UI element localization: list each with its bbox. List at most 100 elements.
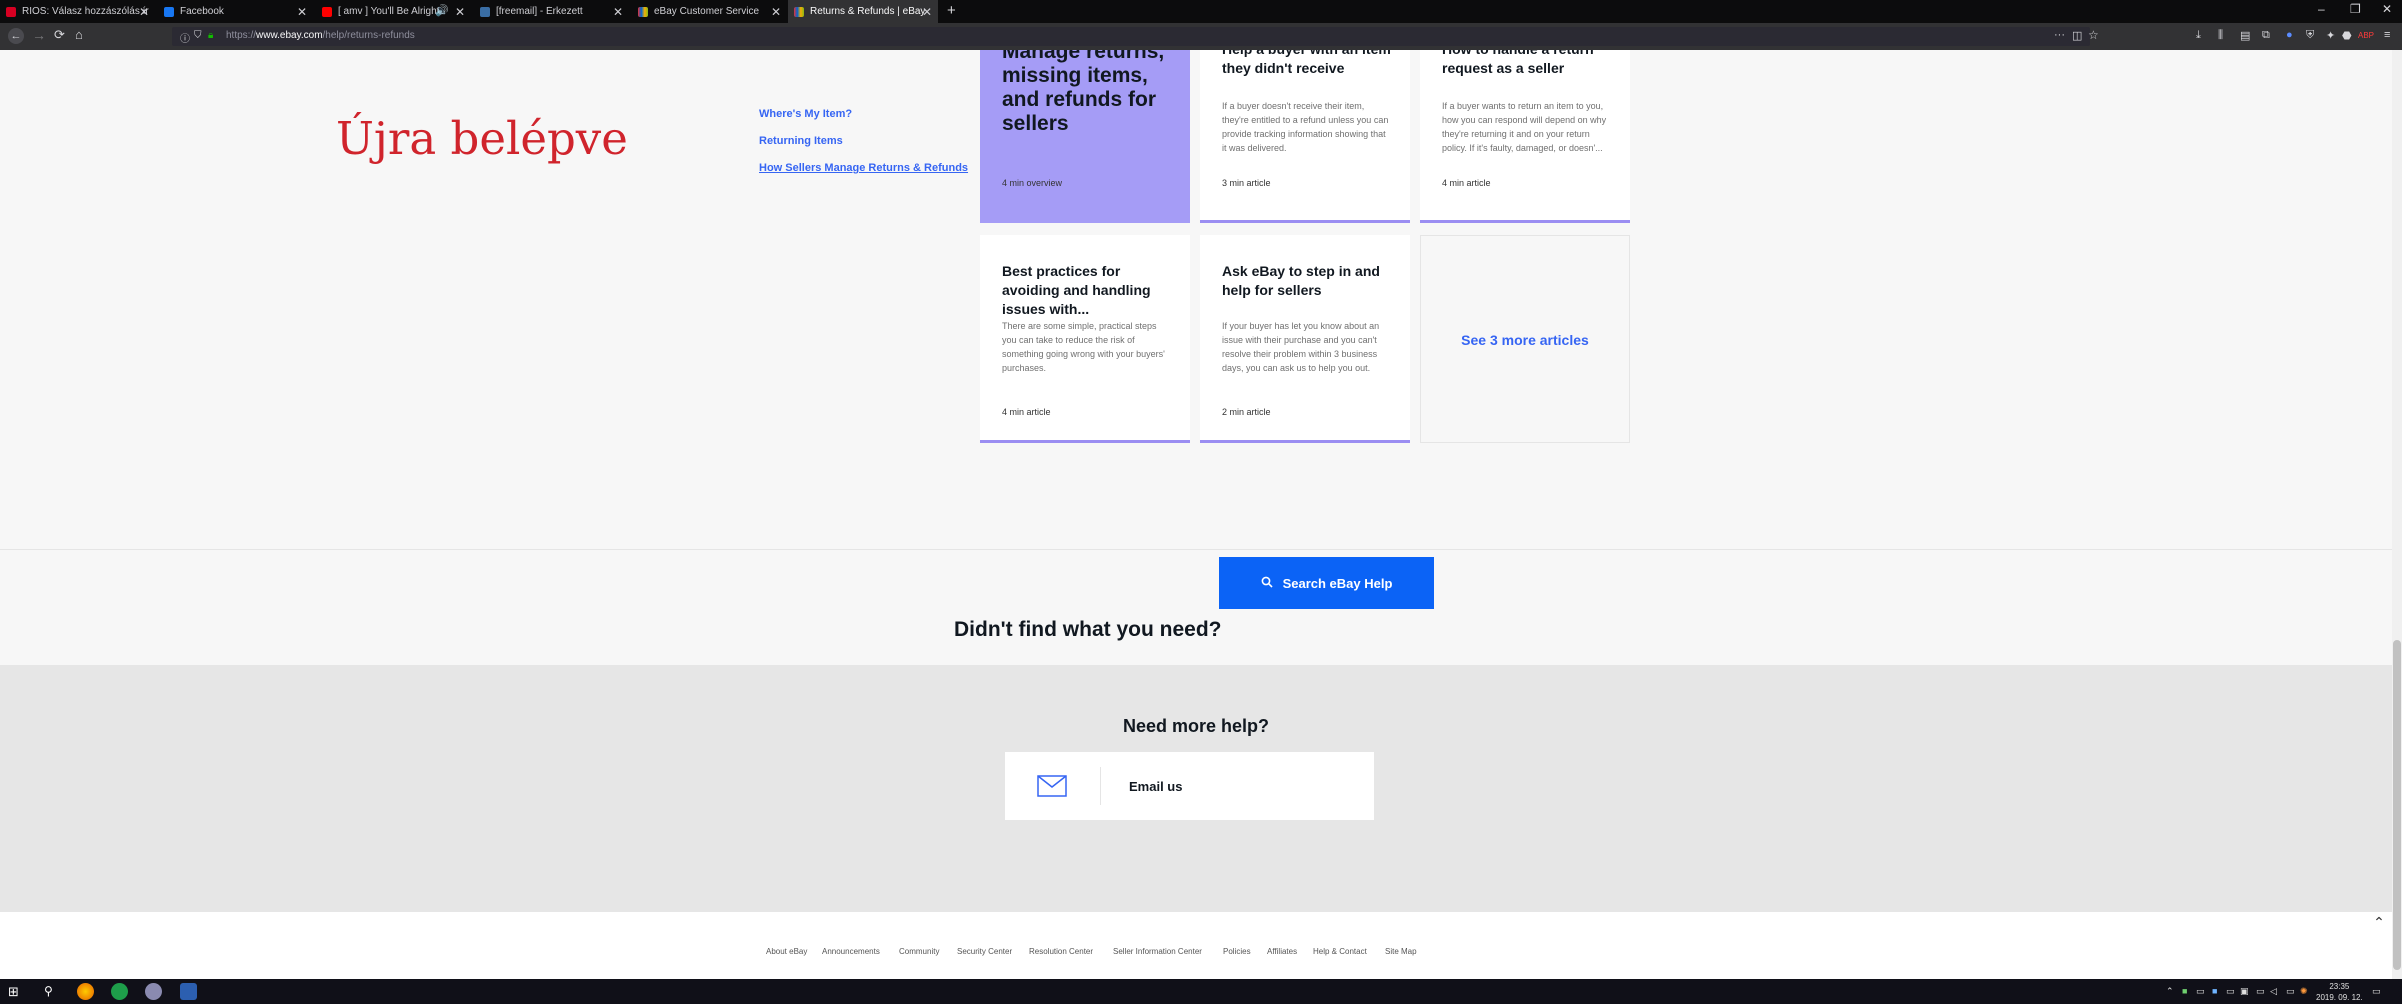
- email-us-label: Email us: [1129, 779, 1183, 794]
- app-icon[interactable]: [111, 983, 128, 1000]
- see-more-articles-link[interactable]: See 3 more articles: [1421, 332, 1629, 348]
- forward-arrow-icon[interactable]: →: [32, 27, 46, 43]
- footer-link-announcements[interactable]: Announcements: [822, 947, 880, 956]
- close-icon[interactable]: ✕: [771, 5, 781, 19]
- overlay-caption: Újra belépve: [336, 112, 628, 165]
- section-divider: [0, 549, 2392, 550]
- search-ebay-help-button[interactable]: Search eBay Help: [1219, 557, 1434, 609]
- notification-icon[interactable]: ▭: [2372, 986, 2381, 997]
- extension-icon[interactable]: ✦: [2326, 29, 2335, 42]
- footer-link-help-contact[interactable]: Help & Contact: [1313, 947, 1367, 956]
- article-card-ask-ebay[interactable]: Ask eBay to step in and help for sellers…: [1200, 235, 1410, 443]
- close-icon[interactable]: ✕: [455, 5, 465, 19]
- close-icon[interactable]: ✕: [297, 5, 307, 19]
- close-window-button[interactable]: ✕: [2382, 2, 2392, 16]
- tab-label: [ amv ] You'll Be Alright - Y: [338, 6, 448, 17]
- article-card-best-practices[interactable]: Best practices for avoiding and handling…: [980, 235, 1190, 443]
- footer-link-security-center[interactable]: Security Center: [957, 947, 1012, 956]
- tab-freemail[interactable]: [freemail] - Érkezett ✕: [474, 0, 629, 23]
- tab-ebay-customer-service[interactable]: eBay Customer Service ✕: [632, 0, 787, 23]
- article-card-manage-returns[interactable]: Manage returns, missing items, and refun…: [980, 50, 1190, 223]
- more-actions-icon[interactable]: ···: [2054, 29, 2065, 41]
- reload-icon[interactable]: ⟳: [54, 27, 65, 43]
- need-more-help-section: Need more help? Email us: [0, 665, 2392, 912]
- windows-start-icon[interactable]: ⊞: [8, 984, 25, 1001]
- close-icon[interactable]: ✕: [613, 5, 623, 19]
- footer-link-seller-information[interactable]: Seller Information Center: [1113, 947, 1202, 956]
- tab-facebook[interactable]: Facebook ✕: [158, 0, 313, 23]
- chevron-up-icon[interactable]: ⌃: [2166, 986, 2174, 997]
- footer-link-policies[interactable]: Policies: [1223, 947, 1251, 956]
- shield-icon[interactable]: ⛉: [194, 30, 202, 41]
- menu-icon[interactable]: ≡: [2384, 29, 2390, 41]
- card-meta: 4 min article: [1442, 178, 1491, 188]
- minimize-button[interactable]: –: [2318, 2, 2325, 16]
- tab-label: eBay Customer Service: [654, 6, 760, 17]
- scrollbar-thumb[interactable]: [2393, 640, 2401, 970]
- search-icon[interactable]: ⚲: [44, 984, 61, 1001]
- footer-link-about[interactable]: About eBay: [766, 947, 807, 956]
- card-description: If a buyer doesn't receive their item, t…: [1222, 101, 1389, 153]
- tray-icon[interactable]: ■: [2182, 986, 2187, 996]
- card-title: Best practices for avoiding and handling…: [1002, 263, 1151, 317]
- extension-icon[interactable]: ⬣: [2342, 29, 2352, 42]
- download-icon[interactable]: ⤓: [2196, 29, 2201, 42]
- library-icon[interactable]: ⫼: [2218, 29, 2223, 42]
- tray-icon[interactable]: ▭: [2226, 986, 2235, 997]
- footer-link-community[interactable]: Community: [899, 947, 939, 956]
- home-icon[interactable]: ⌂: [75, 27, 83, 42]
- close-icon[interactable]: ✕: [922, 5, 932, 19]
- firefox-icon[interactable]: [77, 983, 94, 1000]
- tab-youtube[interactable]: [ amv ] You'll Be Alright - Y 🔊 ✕: [316, 0, 471, 23]
- tab-returns-refunds[interactable]: Returns & Refunds | eBay ✕: [788, 0, 938, 23]
- article-card-item-not-received[interactable]: Help a buyer with an item they didn't re…: [1200, 50, 1410, 223]
- tray-icon[interactable]: ✺: [2300, 986, 2308, 997]
- app-icon[interactable]: [180, 983, 197, 1000]
- tray-icon[interactable]: ▣: [2240, 986, 2249, 997]
- email-us-button[interactable]: Email us: [1005, 752, 1374, 820]
- bookmark-star-icon[interactable]: ☆: [2088, 28, 2099, 42]
- envelope-icon: [1037, 775, 1067, 802]
- card-title: Help a buyer with an item they didn't re…: [1222, 50, 1391, 76]
- close-icon[interactable]: ✕: [139, 5, 149, 19]
- freemail-favicon-icon: [480, 6, 490, 17]
- tab-rios[interactable]: RIOS: Válasz hozzászólás írása ✕: [0, 0, 155, 23]
- tray-icon[interactable]: ■: [2212, 986, 2217, 996]
- screenshot-icon[interactable]: ⧉: [2262, 29, 2270, 42]
- maximize-button[interactable]: ❐: [2350, 2, 2361, 16]
- info-icon[interactable]: ⓘ: [180, 30, 190, 45]
- sidebar-link-seller-returns[interactable]: How Sellers Manage Returns & Refunds: [759, 162, 968, 174]
- ublock-icon[interactable]: ⛨: [2306, 29, 2314, 42]
- sidebar-link-returning-items[interactable]: Returning Items: [759, 135, 843, 147]
- network-icon[interactable]: ▭: [2256, 986, 2265, 997]
- facebook-favicon-icon: [164, 6, 174, 17]
- footer-link-affiliates[interactable]: Affiliates: [1267, 947, 1297, 956]
- ebay-favicon-icon: [638, 6, 648, 17]
- pocket-icon[interactable]: ◫: [2072, 29, 2082, 42]
- see-more-articles-card[interactable]: See 3 more articles: [1420, 235, 1630, 443]
- abp-icon[interactable]: ABP: [2358, 31, 2374, 40]
- tab-label: Returns & Refunds | eBay: [810, 6, 926, 17]
- footer-link-resolution-center[interactable]: Resolution Center: [1029, 947, 1093, 956]
- lock-icon: 🔒︎: [208, 30, 214, 41]
- sidebar-icon[interactable]: ▤: [2240, 29, 2250, 42]
- back-arrow-icon[interactable]: ←: [8, 28, 24, 44]
- app-icon[interactable]: [145, 983, 162, 1000]
- volume-icon[interactable]: ◁: [2270, 986, 2277, 997]
- footer-link-site-map[interactable]: Site Map: [1385, 947, 1417, 956]
- sidebar-link-wheres-my-item[interactable]: Where's My Item?: [759, 108, 852, 120]
- article-card-return-request[interactable]: How to handle a return request as a sell…: [1420, 50, 1630, 223]
- tray-icon[interactable]: ▭: [2196, 986, 2205, 997]
- system-clock[interactable]: 23:35 2019. 09. 12.: [2316, 981, 2363, 1003]
- url-bar[interactable]: ⓘ ⛉ 🔒︎ https://www.ebay.com/help/returns…: [172, 27, 2099, 46]
- new-tab-button[interactable]: +: [947, 2, 956, 19]
- footer: About eBay Announcements Community Secur…: [0, 912, 2392, 979]
- card-title: Ask eBay to step in and help for sellers: [1222, 263, 1380, 298]
- extension-icon[interactable]: ●: [2286, 29, 2293, 41]
- card-title: Manage returns, missing items, and refun…: [1002, 50, 1165, 135]
- tray-icon[interactable]: ▭: [2286, 986, 2295, 997]
- speaker-icon[interactable]: 🔊: [435, 4, 449, 17]
- card-meta: 4 min article: [1002, 407, 1051, 417]
- back-to-top-button[interactable]: ⌃: [2370, 914, 2388, 932]
- card-title: How to handle a return request as a sell…: [1442, 50, 1594, 76]
